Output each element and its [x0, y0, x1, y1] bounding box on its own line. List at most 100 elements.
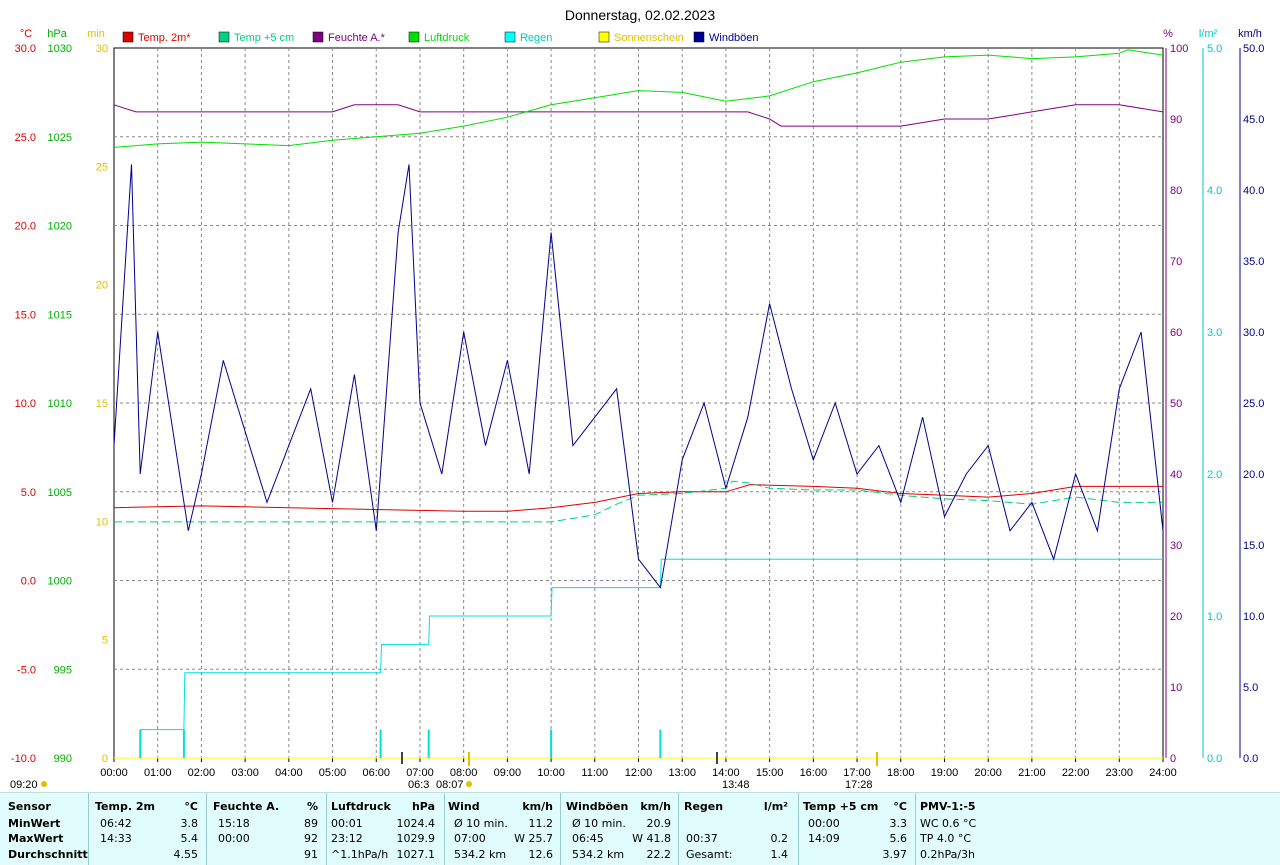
wind-info: 07:00 [454, 832, 486, 845]
gust-value: 20.9 [646, 817, 672, 830]
header-cell: Feuchte A. [213, 800, 280, 813]
legend-item: Luftdruck [408, 31, 470, 44]
temp-tick-label: 20.0 [15, 221, 36, 233]
header-cell: hPa [411, 800, 435, 813]
sunset-label: 17:28 [845, 779, 873, 791]
header-cell: % [306, 800, 318, 813]
legend-item: Sonnenschein [598, 31, 684, 44]
temp5cm-time: 00:00 [808, 817, 840, 830]
x-tick-label: 11:00 [581, 767, 608, 779]
humidity-tick-label: 70 [1170, 256, 1182, 268]
header-cell: PMV-1:-5 [920, 800, 976, 813]
gust-value: W 41.8 [632, 832, 671, 845]
x-tick-label: 24:00 [1149, 767, 1177, 779]
humidity-tick-label: 100 [1170, 43, 1188, 55]
left-time-label: 09:20 [10, 779, 38, 791]
temp-unit-label: °C [20, 28, 32, 40]
x-tick-label: 04:00 [275, 767, 303, 779]
humidity-tick-label: 50 [1170, 398, 1182, 410]
temp-tick-label: 25.0 [15, 132, 36, 144]
pressure-tick-label: 995 [54, 664, 72, 676]
x-tick-label: 14:00 [712, 767, 740, 779]
grid [113, 47, 1164, 759]
humidity-value: 92 [304, 832, 318, 845]
x-tick-label: 09:00 [494, 767, 522, 779]
pressure-tick-label: 990 [54, 753, 72, 765]
column-separator [206, 793, 207, 865]
wind-tick-label: 0.0 [1243, 753, 1258, 765]
wind-tick-label: 20.0 [1243, 469, 1264, 481]
pmv-value: 0.2hPa/3h [920, 848, 976, 861]
rain-info: Gesamt: [686, 848, 733, 861]
humidity-tick-label: 60 [1170, 327, 1182, 339]
column-separator [560, 793, 561, 865]
moon-label: 13:48 [722, 779, 750, 791]
legend-swatch [122, 31, 134, 43]
header-cell: Temp +5 cm [803, 800, 879, 813]
header-cell: Regen [684, 800, 724, 813]
legend-label: Luftdruck [424, 32, 470, 44]
humidity-tick-label: 80 [1170, 185, 1182, 197]
x-tick-label: 00:00 [100, 767, 128, 779]
pressure-value: 1024.4 [396, 817, 436, 830]
sun_min-tick-label: 15 [96, 398, 108, 410]
temp-tick-label: 5.0 [21, 487, 36, 499]
column-separator [798, 793, 799, 865]
temp-tick-label: -5.0 [17, 664, 36, 676]
legend-label: Sonnenschein [614, 32, 684, 44]
gust-value: 22.2 [646, 848, 672, 861]
rain-tick-label: 0.0 [1207, 753, 1222, 765]
sun_min-tick-label: 10 [96, 516, 108, 528]
rain-tick-label: 1.0 [1207, 611, 1222, 623]
temp-tick-label: 10.0 [15, 398, 36, 410]
row-label: MinWert [8, 817, 61, 830]
sunrise2-label: 08:07 [436, 779, 464, 791]
humidity-unit-label: % [1163, 28, 1173, 40]
humidity-tick-label: 0 [1170, 753, 1176, 765]
x-tick-label: 06:00 [362, 767, 390, 779]
sun_min-tick-label: 25 [96, 161, 108, 173]
wind-tick-label: 30.0 [1243, 327, 1264, 339]
rain-value: 1.4 [770, 848, 789, 861]
legend-swatch [693, 31, 705, 43]
wind-unit-label: km/h [1238, 28, 1262, 40]
temp5cm-value: 5.6 [889, 832, 908, 845]
wind-info: 534.2 km [454, 848, 507, 861]
header-cell: km/h [640, 800, 671, 813]
sun_min-tick-label: 30 [96, 43, 108, 55]
sun_min-tick-label: 5 [102, 635, 108, 647]
header-cell: l/m² [763, 800, 788, 813]
column-separator [444, 793, 445, 865]
header-cell: Sensor [8, 800, 51, 813]
pressure-time: 23:12 [331, 832, 363, 845]
wind-tick-label: 5.0 [1243, 682, 1258, 694]
legend-label: Temp +5 cm [234, 32, 294, 44]
wind-tick-label: 15.0 [1243, 540, 1264, 552]
humidity-tick-label: 20 [1170, 611, 1182, 623]
x-tick-label: 02:00 [188, 767, 216, 779]
temp2m-time: 14:33 [100, 832, 132, 845]
rain-unit-label: l/m² [1199, 28, 1218, 40]
pressure-unit-label: hPa [47, 28, 67, 40]
pressure-tick-label: 1010 [48, 398, 72, 410]
pressure-tick-label: 1025 [48, 132, 72, 144]
rain-tick-label: 3.0 [1207, 327, 1222, 339]
legend-swatch [598, 31, 610, 43]
sun-icon [466, 781, 472, 787]
x-tick-label: 12:00 [625, 767, 653, 779]
header-cell: km/h [522, 800, 553, 813]
stats-table: Sensor Temp. 2m °C Feuchte A.% Luftdruck hPa W… [0, 792, 1280, 865]
x-tick-label: 20:00 [974, 767, 1002, 779]
humidity-value: 89 [304, 817, 318, 830]
sun_min-tick-label: 20 [96, 280, 108, 292]
wind-value: 11.2 [528, 817, 554, 830]
pmv-value: TP 4.0 °C [920, 832, 972, 845]
humidity-tick-label: 30 [1170, 540, 1182, 552]
legend-swatch [408, 31, 420, 43]
pressure-value: 1029.9 [396, 832, 436, 845]
pressure-time: ^1.1hPa/h [331, 848, 389, 861]
wind-tick-label: 25.0 [1243, 398, 1264, 410]
gust-info: Ø 10 min. [572, 817, 626, 830]
temp5cm-value: 3.3 [889, 817, 908, 830]
rain-info: 00:37 [686, 832, 718, 845]
